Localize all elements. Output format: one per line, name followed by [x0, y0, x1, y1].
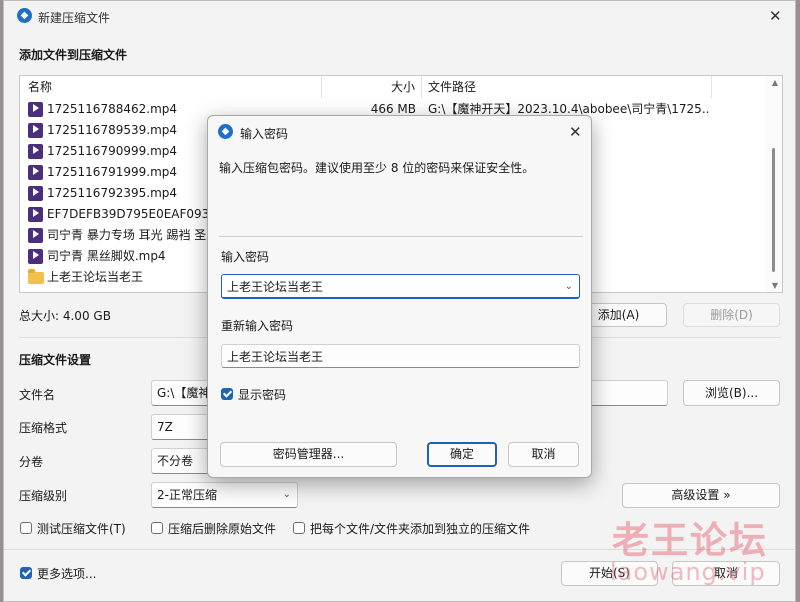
filename-label: 文件名	[19, 388, 56, 402]
video-file-icon	[28, 144, 43, 159]
password-input[interactable]: 上老王论坛当老王 ⌄	[221, 274, 580, 299]
format-label: 压缩格式	[19, 421, 68, 435]
browse-button[interactable]: 浏览(B)...	[683, 380, 780, 406]
video-file-icon	[28, 102, 43, 117]
app-logo-icon: ◆	[17, 8, 32, 23]
total-size: 总大小: 4.00 GB	[19, 309, 111, 323]
folder-icon	[28, 269, 44, 284]
show-password-label: 显示密码	[238, 388, 287, 402]
format-value: 7Z	[157, 420, 173, 434]
more-options-checkbox[interactable]	[20, 567, 32, 579]
scroll-down-icon[interactable]: ▼	[772, 281, 778, 290]
separate-archive-checkbox[interactable]	[293, 522, 305, 534]
video-file-icon	[28, 249, 43, 264]
chevron-down-icon[interactable]: ⌄	[565, 275, 573, 297]
video-file-icon	[28, 123, 43, 138]
more-options-label: 更多选项...	[37, 567, 97, 581]
dialog-logo-icon: ◆	[218, 124, 233, 139]
column-name[interactable]: 名称	[20, 76, 322, 98]
delete-original-checkbox[interactable]	[151, 522, 163, 534]
window-title: 新建压缩文件	[38, 11, 111, 25]
password-manager-button[interactable]: 密码管理器...	[220, 442, 397, 467]
window-close-icon[interactable]: ✕	[769, 7, 782, 25]
column-path[interactable]: 文件路径	[422, 76, 712, 98]
dialog-cancel-button[interactable]: 取消	[508, 442, 579, 467]
watermark-text: 老王论坛	[612, 519, 768, 562]
chevron-down-icon: ⌄	[282, 489, 291, 500]
dialog-close-icon[interactable]: ✕	[569, 123, 582, 141]
scroll-thumb[interactable]	[772, 148, 775, 272]
show-password-checkbox[interactable]	[221, 388, 233, 400]
dialog-title: 输入密码	[240, 127, 289, 141]
delete-original-label: 压缩后删除原始文件	[168, 522, 277, 536]
level-label: 压缩级别	[19, 489, 68, 503]
split-value: 不分卷	[157, 454, 194, 468]
password-label: 输入密码	[221, 250, 270, 264]
video-file-icon	[28, 228, 43, 243]
video-file-icon	[28, 186, 43, 201]
divider	[219, 236, 583, 237]
file-list-scrollbar[interactable]: ▲ ▼	[765, 76, 782, 292]
ok-button[interactable]: 确定	[427, 442, 497, 467]
column-size[interactable]: 大小	[322, 76, 422, 98]
advanced-settings-button[interactable]: 高级设置 »	[622, 483, 780, 508]
test-archive-checkbox[interactable]	[20, 522, 32, 534]
dialog-description: 输入压缩包密码。建议使用至少 8 位的密码来保证安全性。	[219, 161, 535, 175]
separate-archive-label: 把每个文件/文件夹添加到独立的压缩文件	[310, 522, 531, 536]
reenter-password-label: 重新输入密码	[221, 319, 294, 333]
video-file-icon	[28, 207, 43, 222]
video-file-icon	[28, 165, 43, 180]
reenter-password-input[interactable]: 上老王论坛当老王	[221, 344, 580, 368]
test-archive-label: 测试压缩文件(T)	[37, 522, 126, 536]
scroll-up-icon[interactable]: ▲	[772, 78, 778, 87]
settings-section-title: 压缩文件设置	[19, 353, 92, 367]
delete-button[interactable]: 删除(D)	[683, 303, 780, 327]
split-label: 分卷	[19, 455, 44, 469]
watermark-url: laowang.vip	[610, 558, 766, 586]
password-dialog: ◆ 输入密码 ✕ 输入压缩包密码。建议使用至少 8 位的密码来保证安全性。 输入…	[207, 115, 592, 478]
level-select[interactable]: 2-正常压缩 ⌄	[151, 482, 298, 508]
password-value: 上老王论坛当老王	[227, 280, 324, 294]
level-value: 2-正常压缩	[157, 488, 217, 502]
file-section-title: 添加文件到压缩文件	[19, 48, 128, 62]
